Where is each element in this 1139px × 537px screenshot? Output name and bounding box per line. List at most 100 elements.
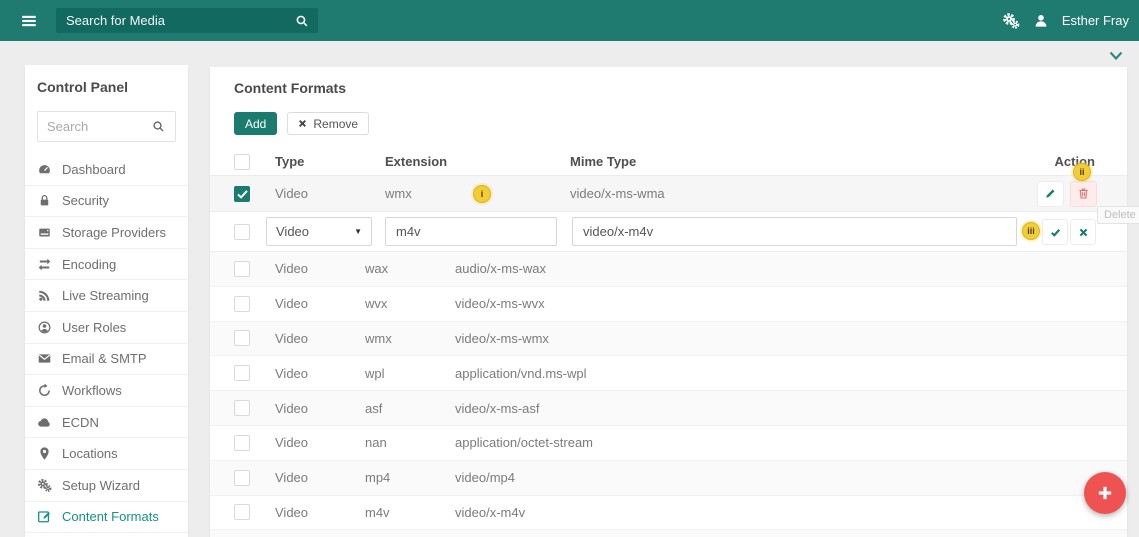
sidebar-item-label: Locations [62, 446, 118, 461]
row-checkbox[interactable] [234, 470, 250, 486]
sidebar-item-encoding[interactable]: Encoding [25, 249, 188, 281]
table-row-selected: Video wmx i video/x-ms-wma [210, 176, 1127, 212]
media-search-input[interactable] [56, 13, 295, 28]
cell-extension: asf [365, 401, 455, 416]
topbar-right: Esther Fray [1002, 12, 1129, 30]
extension-input[interactable] [385, 217, 557, 246]
table-row: Videowvxvideo/x-ms-wvx [210, 287, 1127, 322]
cell-extension: wpl [365, 366, 455, 381]
edit-button[interactable] [1037, 181, 1064, 207]
type-select[interactable]: Video ▼ [266, 217, 372, 246]
header-action: Action [977, 154, 1127, 169]
sidebar-item-security[interactable]: Security [25, 186, 188, 218]
cell-extension: mp4 [365, 470, 455, 485]
table-body: Videowaxaudio/x-ms-waxVideowvxvideo/x-ms… [210, 252, 1127, 537]
cell-extension: wax [365, 261, 455, 276]
search-icon[interactable] [295, 14, 309, 28]
cycle-icon [37, 383, 52, 398]
row-checkbox[interactable] [234, 330, 250, 346]
table-row: Videowaxaudio/x-ms-wax [210, 252, 1127, 287]
cell-mime: audio/x-ms-wax [455, 261, 1127, 276]
sidebar-item-label: Content Formats [62, 509, 159, 524]
sidebar-item-ecdn[interactable]: ECDN [25, 407, 188, 439]
sidebar: Control Panel DashboardSecurityStorage P… [25, 65, 188, 537]
cell-mime: video/x-ms-wmx [455, 331, 1127, 346]
delete-button[interactable] [1070, 181, 1097, 207]
sidebar-item-label: Email & SMTP [62, 351, 147, 366]
table-row: Videowmxvideo/x-ms-wmx [210, 322, 1127, 357]
sidebar-item-user-roles[interactable]: User Roles [25, 312, 188, 344]
sidebar-item-label: ECDN [62, 415, 99, 430]
row-checkbox[interactable] [234, 186, 250, 202]
content-panel: Content Formats Add Remove Type Extensio… [210, 67, 1127, 537]
rss-icon [37, 288, 52, 303]
cell-mime: video/mp4 [455, 470, 1127, 485]
trash-icon [1077, 187, 1090, 200]
dashboard-icon [37, 162, 52, 177]
sidebar-item-content-formats[interactable]: Content Formats [25, 502, 188, 534]
cell-type: Video [275, 186, 385, 201]
sidebar-item-dashboard[interactable]: Dashboard [25, 154, 188, 186]
sidebar-item-label: Setup Wizard [62, 478, 140, 493]
user-name[interactable]: Esther Fray [1062, 13, 1129, 28]
sidebar-search [37, 111, 176, 142]
cell-type: Video [275, 296, 365, 311]
row-checkbox[interactable] [234, 296, 250, 312]
sidebar-item-label: Workflows [62, 383, 122, 398]
sidebar-search-icon[interactable] [152, 120, 165, 133]
sidebar-search-input[interactable] [38, 119, 152, 134]
add-fab[interactable] [1084, 472, 1126, 514]
pencil-icon [1044, 187, 1057, 200]
row-checkbox[interactable] [234, 261, 250, 277]
table-row: Videowplapplication/vnd.ms-wpl [210, 356, 1127, 391]
annotation-badge-ii: ii [1073, 163, 1091, 181]
confirm-button[interactable] [1042, 219, 1068, 245]
mime-input[interactable] [572, 217, 1017, 246]
user-icon[interactable] [1033, 13, 1049, 29]
sidebar-item-live-streaming[interactable]: Live Streaming [25, 280, 188, 312]
cell-mime: application/octet-stream [455, 435, 1127, 450]
row-checkbox[interactable] [234, 504, 250, 520]
cell-extension: wvx [365, 296, 455, 311]
cell-mime: video/x-ms-wma [570, 186, 977, 201]
row-checkbox[interactable] [234, 435, 250, 451]
add-button[interactable]: Add [234, 112, 277, 135]
toolbar: Add Remove [234, 112, 1127, 135]
user-circle-icon [37, 320, 52, 335]
table-row: Videomp4video/mp4 [210, 461, 1127, 496]
cell-mime: video/x-ms-wvx [455, 296, 1127, 311]
select-all-checkbox[interactable] [234, 154, 250, 170]
table-row: Videoswfapplication/x-shockwave-flash [210, 530, 1127, 537]
cell-type: Video [275, 505, 365, 520]
envelope-icon [37, 351, 52, 366]
header-extension: Extension [385, 154, 570, 169]
collapse-chevron-icon[interactable] [1108, 49, 1124, 63]
menu-icon[interactable] [20, 12, 38, 30]
cloud-icon [37, 415, 52, 430]
remove-button[interactable]: Remove [287, 112, 369, 135]
sidebar-item-label: Storage Providers [62, 225, 166, 240]
sidebar-item-label: Dashboard [62, 162, 126, 177]
sidebar-item-workflows[interactable]: Workflows [25, 375, 188, 407]
sidebar-item-locations[interactable]: Locations [25, 438, 188, 470]
map-marker-icon [37, 446, 52, 461]
exchange-arrows-icon [37, 257, 52, 272]
delete-tooltip: Delete [1097, 206, 1139, 224]
table-header-row: Type Extension Mime Type Action [210, 148, 1127, 176]
cell-mime: video/x-m4v [455, 505, 1127, 520]
pencil-square-icon [37, 509, 52, 524]
cancel-button[interactable] [1070, 219, 1096, 245]
media-search [56, 8, 318, 33]
sidebar-item-email-smtp[interactable]: Email & SMTP [25, 344, 188, 376]
cell-type: Video [275, 401, 365, 416]
row-checkbox[interactable] [234, 365, 250, 381]
cell-type: Video [275, 331, 365, 346]
settings-cogs-icon[interactable] [1002, 12, 1020, 30]
header-mime: Mime Type [570, 154, 977, 169]
row-checkbox[interactable] [234, 224, 250, 240]
cogs-icon [37, 478, 52, 493]
cell-extension: wmx i [385, 186, 570, 201]
row-checkbox[interactable] [234, 400, 250, 416]
sidebar-item-storage-providers[interactable]: Storage Providers [25, 217, 188, 249]
sidebar-item-setup-wizard[interactable]: Setup Wizard [25, 470, 188, 502]
